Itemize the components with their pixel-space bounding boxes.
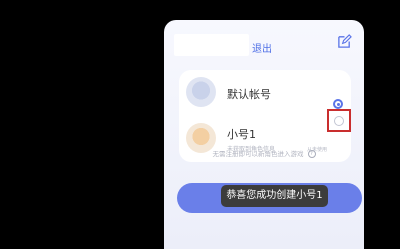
edit-icon[interactable] — [337, 34, 352, 49]
hint-text-row: 无需注册即可以新角色进入游戏? — [164, 148, 364, 158]
selected-radio[interactable] — [333, 99, 343, 109]
help-circle-icon[interactable]: ? — [307, 150, 316, 158]
highlight-marker — [327, 109, 351, 132]
toast-message: 恭喜您成功创建小号1 — [221, 185, 328, 207]
account-switch-panel: 退出 默认帐号 小号1 未获取到角色信息 从未使用 无需注册即可以新角色进入游戏… — [164, 20, 364, 249]
avatar — [186, 77, 216, 107]
hint-text: 无需注册即可以新角色进入游戏 — [212, 150, 304, 158]
account-name: 小号1 — [227, 128, 256, 141]
account-row-default[interactable]: 默认帐号 — [179, 70, 351, 116]
account-name: 默认帐号 — [227, 88, 271, 101]
username-display — [174, 34, 249, 56]
logout-link[interactable]: 退出 — [252, 40, 272, 55]
